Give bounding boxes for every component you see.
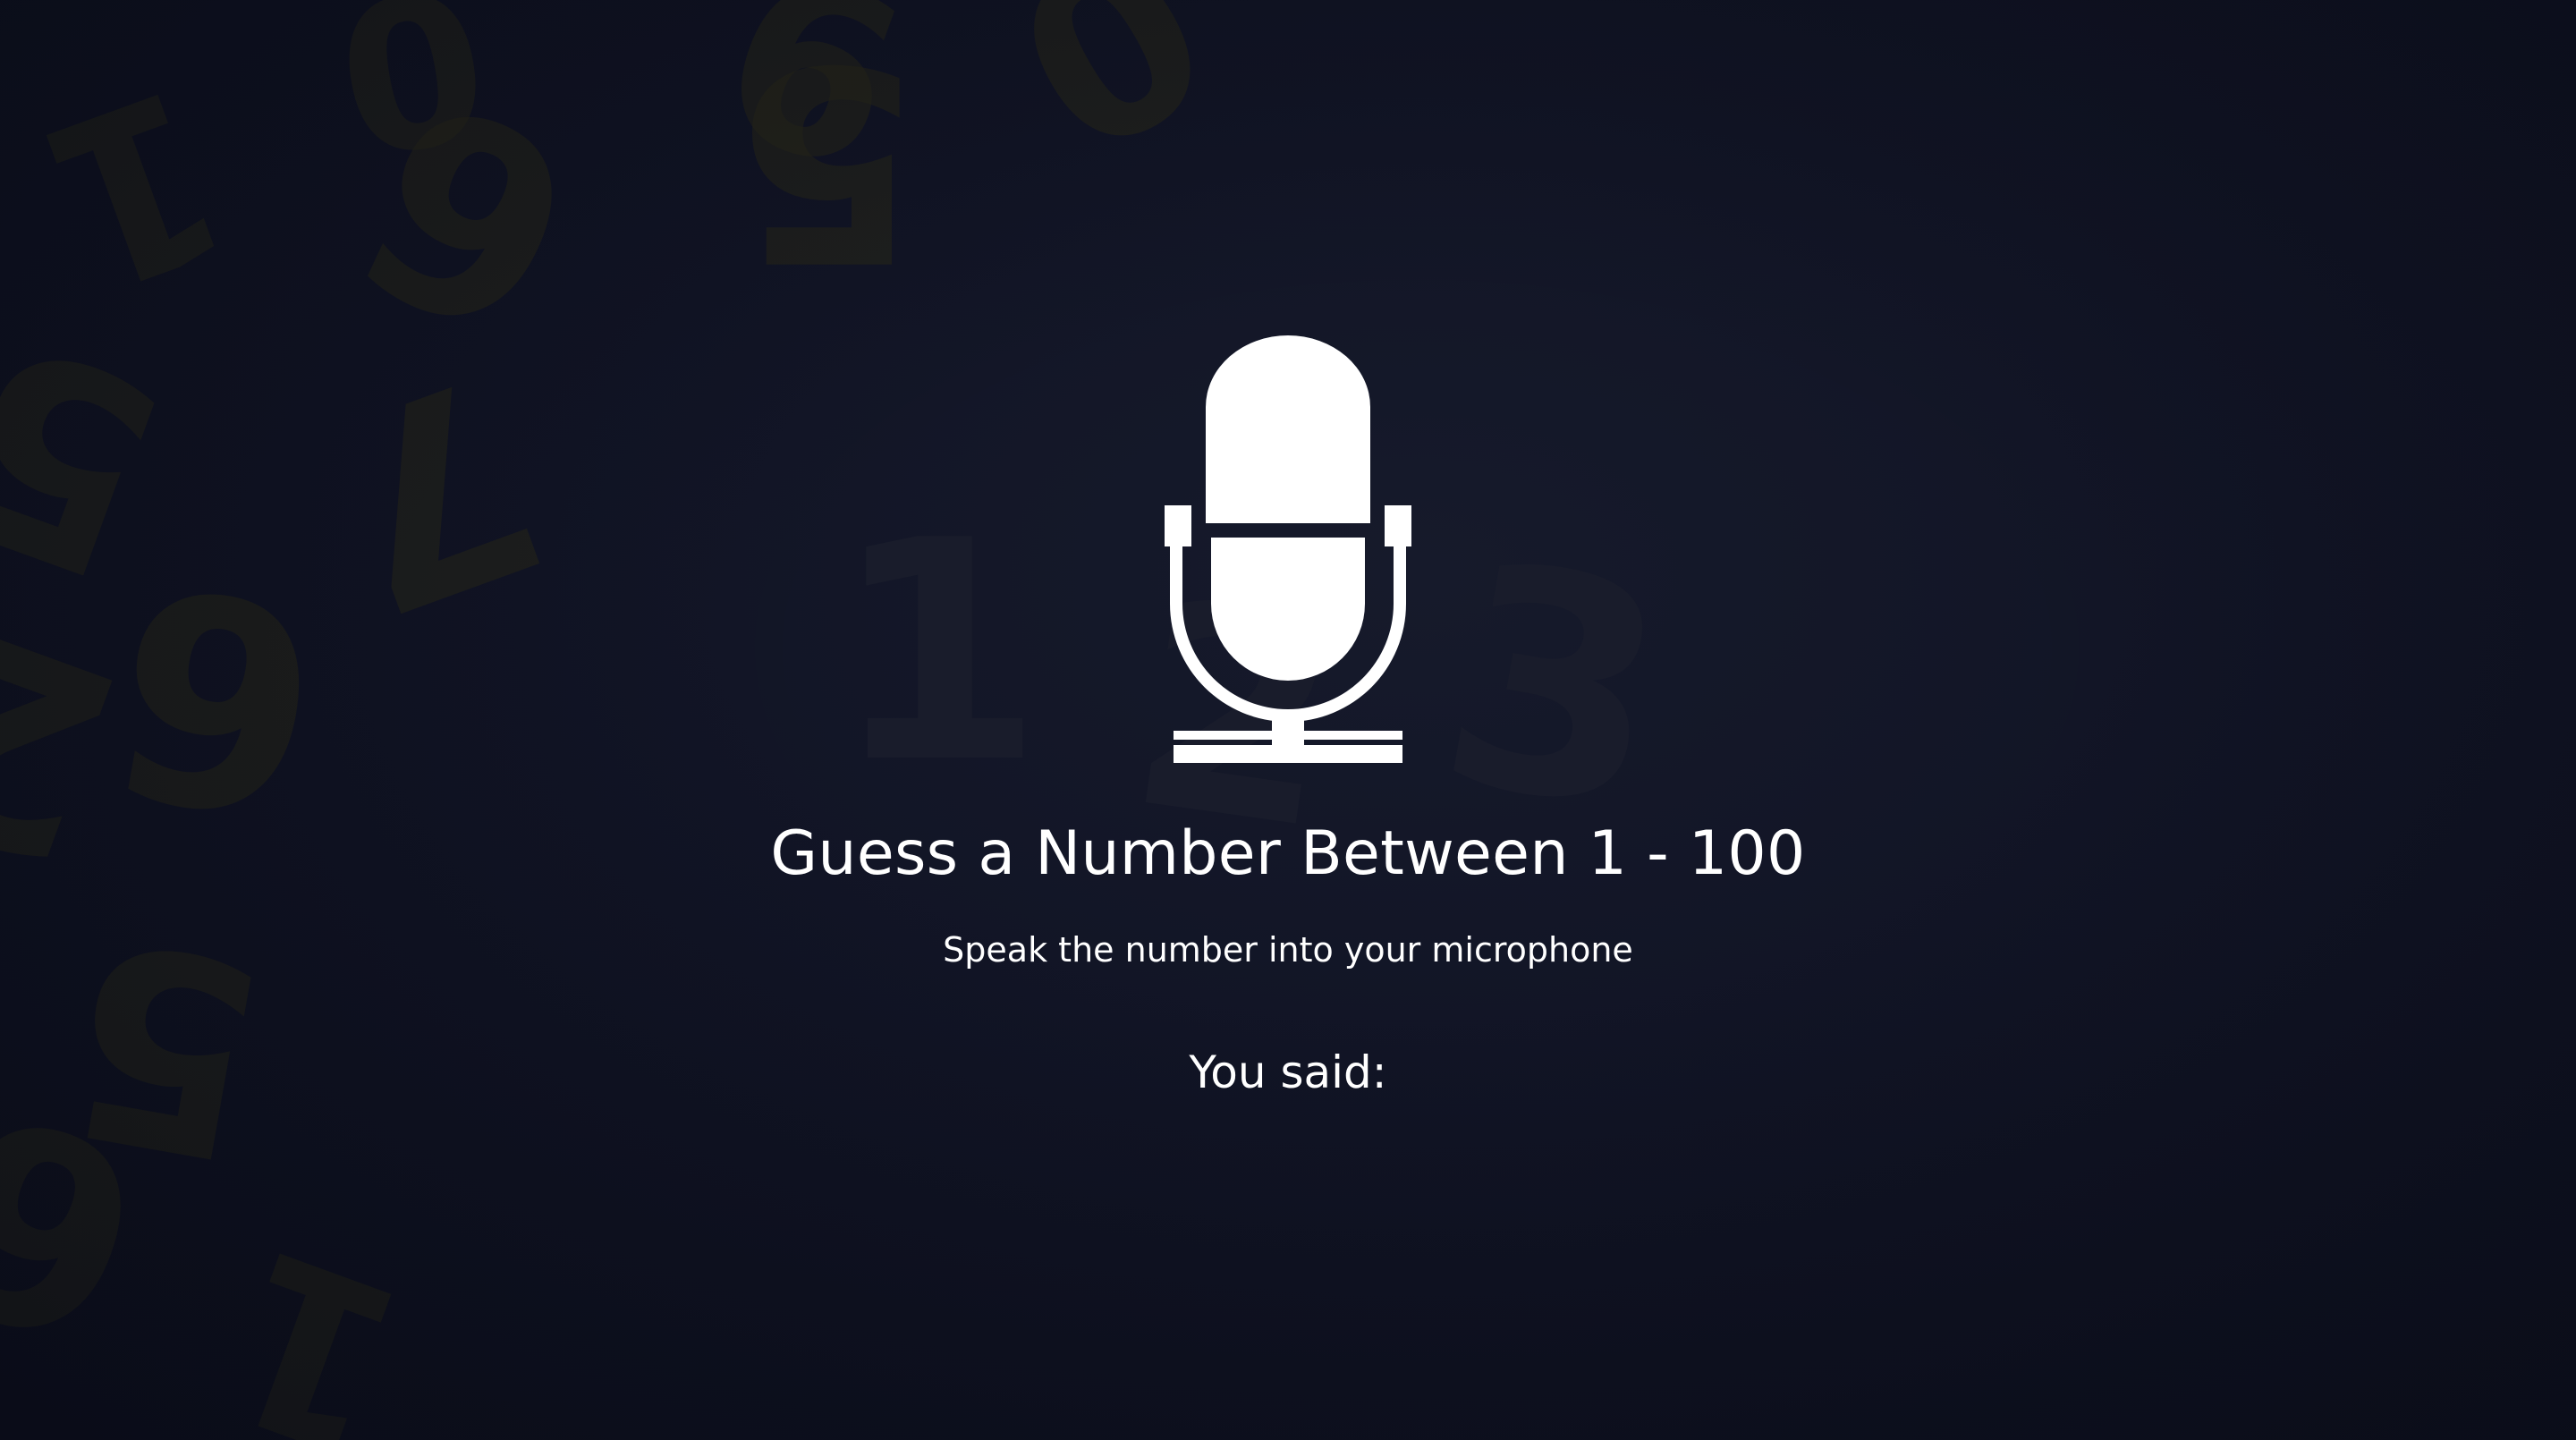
mic-head-top	[1206, 335, 1370, 523]
you-said-label: You said:	[1189, 1046, 1387, 1098]
microphone-icon[interactable]	[1154, 335, 1422, 765]
mic-base	[1174, 745, 1402, 763]
game-title: Guess a Number Between 1 - 100	[770, 818, 1806, 889]
instruction-text: Speak the number into your microphone	[943, 930, 1633, 970]
mic-head-bottom	[1211, 538, 1365, 681]
